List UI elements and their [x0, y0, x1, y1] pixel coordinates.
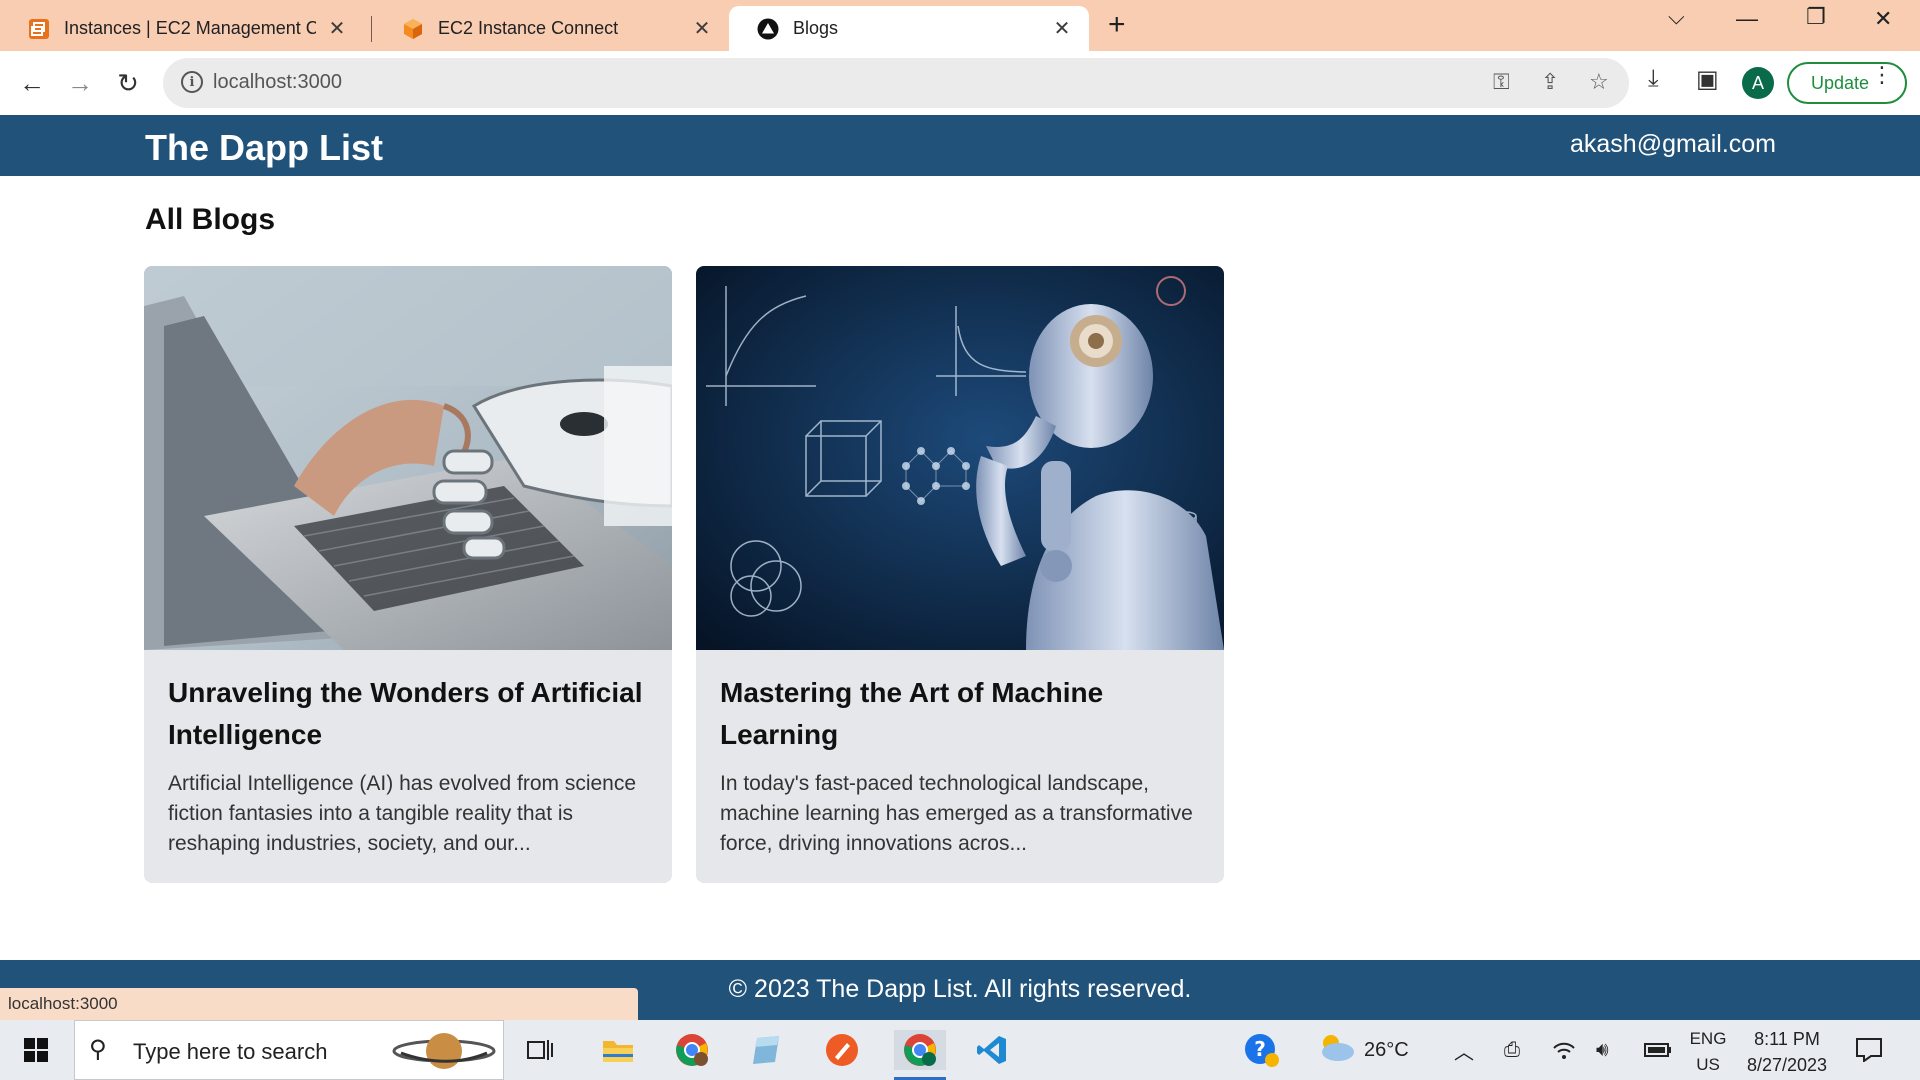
forward-button[interactable]: →	[62, 65, 98, 101]
user-email[interactable]: akash@gmail.com	[1570, 130, 1776, 159]
site-info-icon[interactable]: i	[181, 71, 203, 93]
update-button[interactable]: Update ⋮	[1787, 62, 1907, 104]
share-icon[interactable]: ⇪	[1541, 69, 1559, 95]
browser-toolbar: ← → ↻ i localhost:3000 ⚿ ⇪ ☆ ⤓ ▣ A Updat…	[0, 51, 1920, 115]
key-icon[interactable]: ⚿	[1493, 69, 1510, 95]
vscode-icon[interactable]	[970, 1030, 1014, 1070]
chrome-active-icon[interactable]	[894, 1030, 946, 1070]
aws-console-icon	[28, 18, 50, 40]
address-bar[interactable]: i localhost:3000 ⚿ ⇪ ☆	[163, 58, 1629, 108]
blog-excerpt: Artificial Intelligence (AI) has evolved…	[168, 772, 637, 855]
clock-time: 8:11 PM	[1754, 1029, 1820, 1049]
chevron-up-icon[interactable]: ︿	[1454, 1020, 1474, 1080]
tab-blogs[interactable]: Blogs ✕	[729, 6, 1089, 51]
tab-search-chevron-icon[interactable]: ⌵	[1668, 4, 1685, 30]
avatar[interactable]: A	[1742, 67, 1774, 99]
search-placeholder: Type here to search	[133, 1039, 328, 1064]
search-icon: ⚲	[89, 1036, 107, 1063]
volume-icon[interactable]: 🔊︎	[1596, 1020, 1609, 1080]
restore-button[interactable]: ❐	[1806, 4, 1826, 30]
blog-title[interactable]: Unraveling the Wonders of Artificial Int…	[168, 672, 658, 756]
help-icon[interactable]: ?	[1242, 1030, 1282, 1070]
close-icon[interactable]: ✕	[691, 16, 713, 41]
chrome-profile-icon[interactable]	[670, 1030, 714, 1070]
status-bar-url: localhost:3000	[0, 988, 638, 1020]
page-title: All Blogs	[145, 203, 276, 236]
more-menu-icon[interactable]: ⋮	[1871, 64, 1893, 86]
lang-code: ENG	[1689, 1029, 1727, 1048]
blog-card[interactable]: Unraveling the Wonders of Artificial Int…	[144, 266, 672, 883]
clock-date: 8/27/2023	[1746, 1055, 1828, 1075]
meet-now-icon[interactable]: ⎙	[1504, 1020, 1520, 1080]
tab-title: Blogs	[793, 18, 839, 38]
download-icon[interactable]: ⤓	[1648, 65, 1659, 93]
taskbar-search-input[interactable]: ⚲ Type here to search	[74, 1020, 504, 1080]
weather-widget[interactable]: 26°C	[1316, 1020, 1409, 1080]
tab-divider	[371, 16, 372, 42]
windows-start-icon[interactable]	[14, 1030, 58, 1070]
vercel-triangle-icon	[757, 18, 779, 40]
brand-logo[interactable]: The Dapp List	[145, 127, 383, 169]
tab-title: Instances | EC2 Management Cor	[64, 18, 316, 38]
notes-app-icon[interactable]	[744, 1030, 788, 1070]
blog-image-robot-hand-laptop	[144, 266, 672, 650]
taskbar-clock[interactable]: 8:11 PM 8/27/2023	[1732, 1026, 1842, 1078]
reload-button[interactable]: ↻	[110, 65, 146, 101]
battery-icon[interactable]	[1644, 1020, 1672, 1080]
lang-region: US	[1696, 1055, 1720, 1074]
saturn-icon	[391, 1026, 497, 1080]
tab-ec2-instances[interactable]: Instances | EC2 Management Cor ✕	[0, 6, 364, 51]
back-button[interactable]: ←	[14, 65, 50, 101]
tab-title: EC2 Instance Connect	[438, 18, 619, 38]
star-icon[interactable]: ☆	[1589, 69, 1609, 95]
side-panel-icon[interactable]: ▣	[1696, 65, 1719, 94]
update-label: Update	[1811, 72, 1870, 93]
url-text[interactable]: localhost:3000	[213, 71, 342, 94]
file-explorer-icon[interactable]	[596, 1030, 640, 1070]
blog-title[interactable]: Mastering the Art of Machine Learning	[720, 672, 1210, 756]
notifications-icon[interactable]	[1856, 1020, 1882, 1080]
aws-cube-icon	[402, 18, 424, 40]
blog-excerpt: In today's fast-paced technological land…	[720, 772, 1193, 855]
app-header: The Dapp List akash@gmail.com	[0, 115, 1920, 176]
cloud-sun-icon	[1316, 1032, 1356, 1068]
new-tab-button[interactable]: +	[1108, 10, 1126, 40]
close-window-button[interactable]: ✕	[1874, 6, 1892, 32]
blog-card[interactable]: Mastering the Art of Machine Learning In…	[696, 266, 1224, 883]
tab-ec2-instance-connect[interactable]: EC2 Instance Connect ✕	[374, 6, 729, 51]
close-icon[interactable]: ✕	[326, 16, 348, 41]
close-icon[interactable]: ✕	[1051, 16, 1073, 41]
input-language[interactable]: ENG US	[1686, 1026, 1730, 1078]
browser-tab-strip: Instances | EC2 Management Cor ✕ EC2 Ins…	[0, 0, 1920, 51]
weather-temp: 26°C	[1364, 1038, 1409, 1061]
windows-taskbar: ⚲ Type here to search ? 26°C ︿ ⎙ 🔊︎ ENG …	[0, 1020, 1920, 1080]
svg-text:?: ?	[1254, 1037, 1266, 1061]
postman-icon[interactable]	[820, 1030, 864, 1070]
wifi-icon[interactable]	[1552, 1020, 1576, 1080]
blog-image-thinking-robot	[696, 266, 1224, 650]
task-view-icon[interactable]	[518, 1030, 562, 1070]
minimize-button[interactable]: —	[1736, 6, 1758, 32]
